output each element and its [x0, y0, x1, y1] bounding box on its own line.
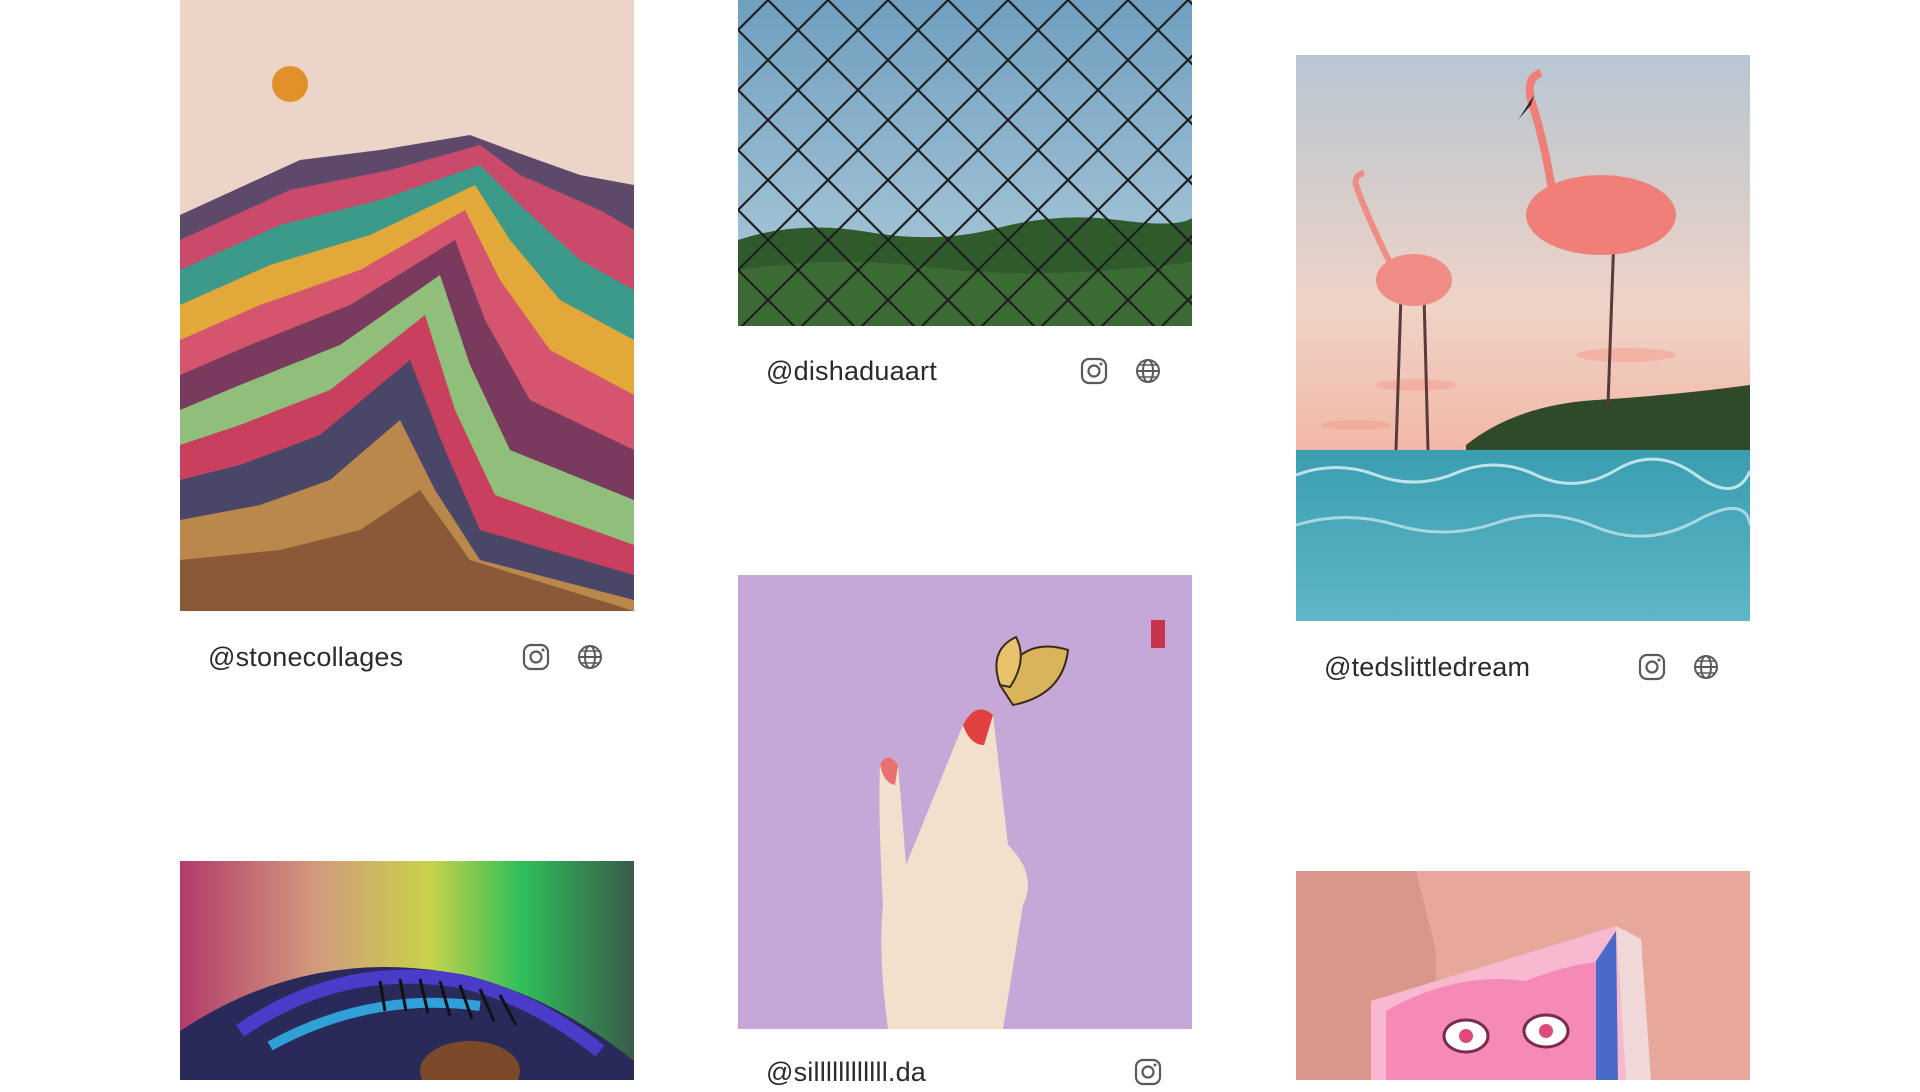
globe-icon[interactable]	[574, 641, 606, 673]
card-caption: @tedslittledream	[1296, 647, 1750, 687]
artwork-finger-with-butterfly[interactable]	[738, 575, 1192, 1029]
globe-icon[interactable]	[1690, 651, 1722, 683]
card-caption: @stonecollages	[180, 637, 634, 677]
card-caption: @sillllllllllll.da	[738, 1052, 1192, 1092]
artwork-anime-box[interactable]	[1296, 871, 1750, 1080]
globe-icon[interactable]	[1132, 355, 1164, 387]
instagram-icon[interactable]	[1078, 355, 1110, 387]
instagram-icon[interactable]	[1132, 1056, 1164, 1088]
artist-handle[interactable]: @tedslittledream	[1324, 652, 1530, 683]
instagram-icon[interactable]	[1636, 651, 1668, 683]
artist-handle[interactable]: @dishaduaart	[766, 356, 937, 387]
artist-handle[interactable]: @sillllllllllll.da	[766, 1057, 926, 1088]
artwork-flamingos-over-sea[interactable]	[1296, 55, 1750, 621]
card-caption: @dishaduaart	[738, 351, 1192, 391]
artwork-rainbow-mountain[interactable]	[180, 0, 634, 611]
instagram-icon[interactable]	[520, 641, 552, 673]
artwork-chain-link-fence[interactable]	[738, 0, 1192, 326]
artwork-rainbow-eyelid[interactable]	[180, 861, 634, 1080]
artist-handle[interactable]: @stonecollages	[208, 642, 403, 673]
